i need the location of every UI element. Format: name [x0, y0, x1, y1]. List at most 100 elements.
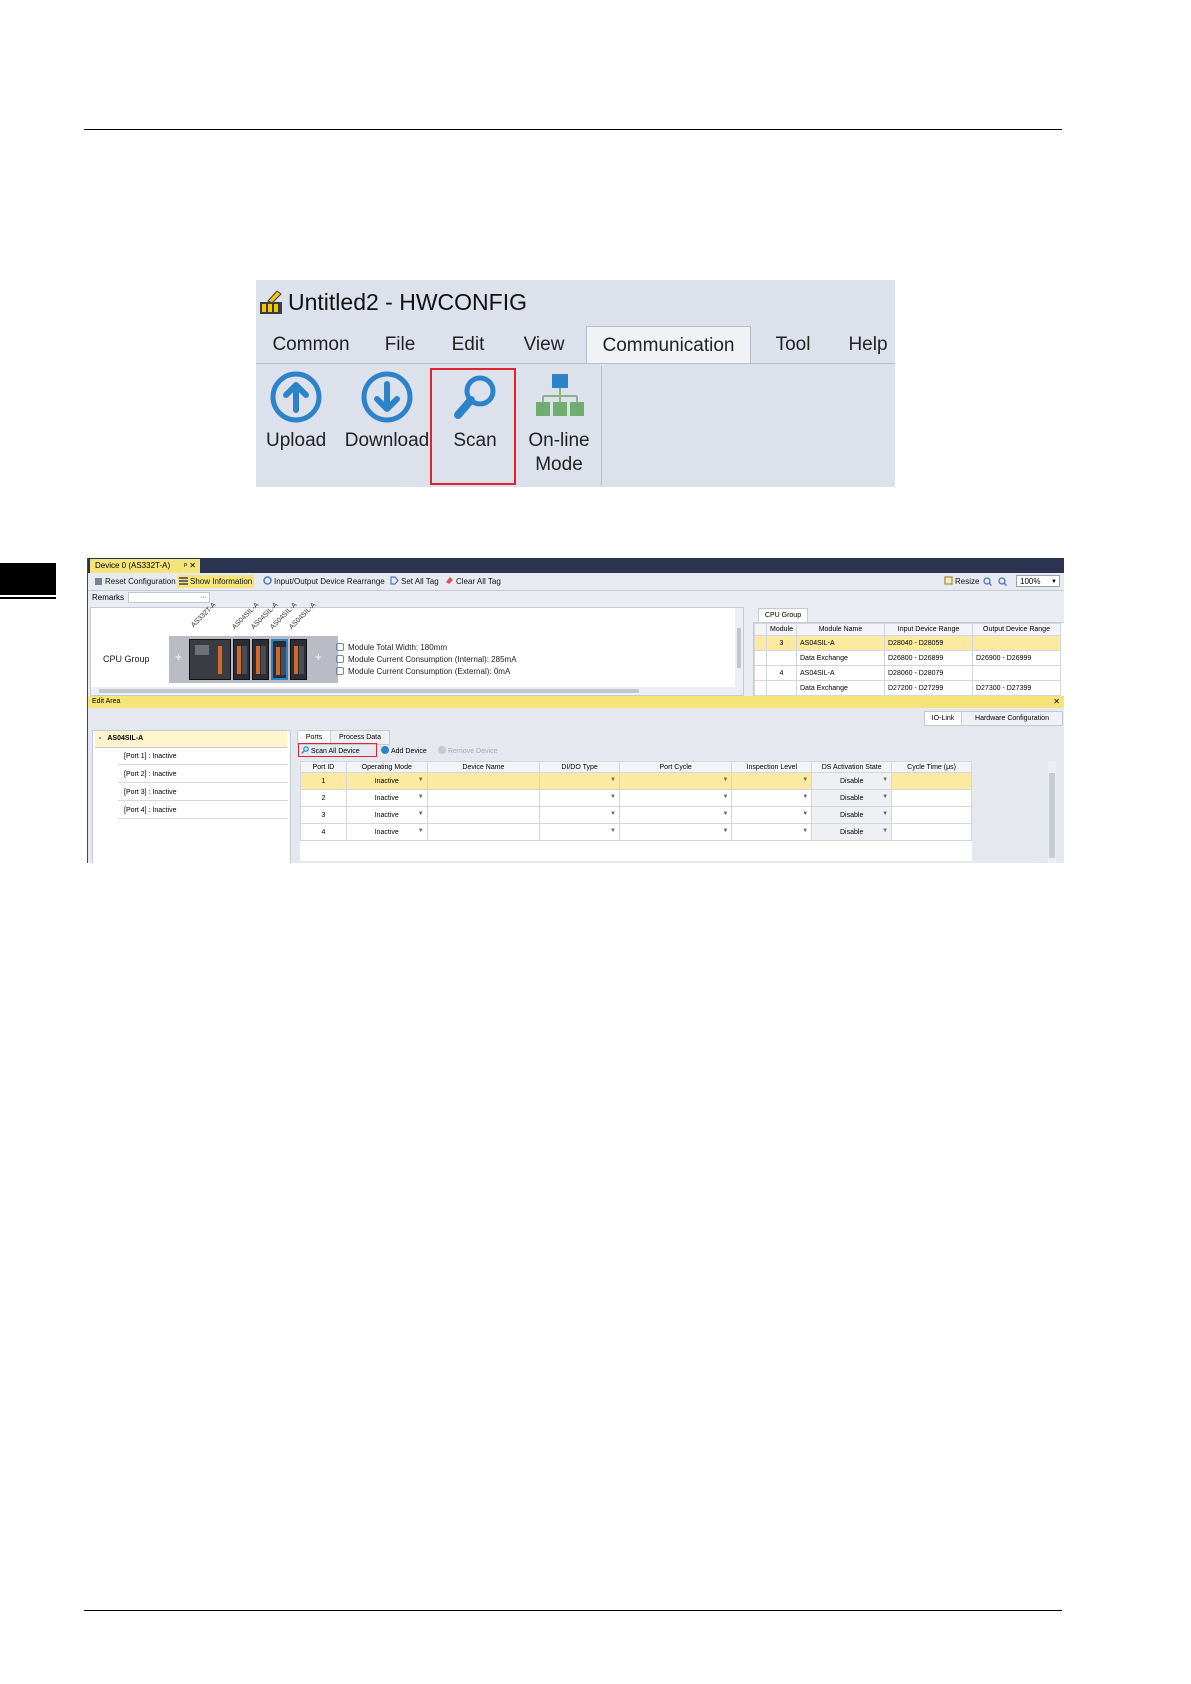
download-button[interactable]: Download	[343, 370, 431, 453]
scan-all-highlight-box	[298, 743, 377, 757]
table-row[interactable]: Data Exchange D27200 - D27299 D27300 - D…	[754, 680, 1061, 696]
io-rearrange-button[interactable]: Input/Output Device Rearrange	[263, 575, 385, 588]
inspection-level-select[interactable]: ▼	[731, 772, 813, 790]
tab-cpu-group[interactable]: CPU Group	[758, 608, 808, 622]
inspection-level-select[interactable]: ▼	[731, 823, 813, 841]
canvas-vertical-scrollbar[interactable]	[735, 608, 743, 687]
edit-area-titlebar: Edit Area ✕	[88, 696, 1064, 708]
chevron-down-icon: ▼	[722, 777, 729, 783]
pin-icon[interactable]: ᵖ	[184, 561, 187, 570]
chevron-down-icon: ▼	[609, 828, 616, 834]
remarks-browse-button[interactable]: ···	[200, 594, 207, 601]
device-name-field[interactable]	[426, 823, 541, 841]
remove-icon	[438, 746, 446, 754]
device-name-field[interactable]	[426, 806, 541, 824]
clear-all-tag-button[interactable]: Clear All Tag	[445, 575, 501, 588]
tab-tool[interactable]: Tool	[769, 328, 817, 362]
collapse-icon[interactable]: -	[95, 735, 107, 742]
cycle-time-field[interactable]	[891, 789, 972, 807]
io-module-1[interactable]	[233, 639, 250, 680]
online-label-line2: Mode	[535, 454, 583, 475]
tree-item-port-3[interactable]: [Port 3] : Inactive	[118, 784, 288, 801]
canvas-horizontal-scrollbar[interactable]	[91, 687, 743, 695]
io-module-2[interactable]	[252, 639, 269, 680]
table-row[interactable]: Data Exchange D26800 - D26899 D26900 - D…	[754, 650, 1061, 666]
tab-common[interactable]: Common	[270, 328, 352, 362]
reset-configuration-label: Reset Configuration	[105, 577, 176, 586]
row-gutter	[754, 680, 767, 696]
port-cycle-select[interactable]: ▼	[618, 806, 733, 824]
ribbon-screenshot: Untitled2 - HWCONFIG Common File Edit Vi…	[256, 280, 895, 487]
operating-mode-value: Inactive	[374, 777, 399, 785]
ports-grid-scrollbar[interactable]	[1048, 761, 1056, 863]
module-rack[interactable]: + +	[169, 636, 338, 683]
tab-io-link[interactable]: IO-Link	[924, 711, 962, 726]
ds-activation-select[interactable]: Disable ▼	[811, 806, 893, 824]
upload-button[interactable]: Upload	[266, 370, 326, 453]
dido-type-select[interactable]: ▼	[539, 789, 620, 807]
table-row[interactable]: 1 Inactive ▼ ▼ ▼ ▼ Disable ▼	[300, 772, 972, 790]
table-row[interactable]: 3 Inactive ▼ ▼ ▼ ▼ Disable ▼	[300, 806, 972, 824]
resize-button[interactable]: Resize	[944, 575, 979, 588]
dido-type-select[interactable]: ▼	[539, 806, 620, 824]
ds-activation-select[interactable]: Disable ▼	[811, 772, 893, 790]
tab-communication[interactable]: Communication	[586, 326, 751, 363]
operating-mode-select[interactable]: Inactive ▼	[345, 772, 428, 790]
tree-item-port-1[interactable]: [Port 1] : Inactive	[118, 748, 288, 765]
device-name-field[interactable]	[426, 772, 541, 790]
grid-header-row: Module Module Name Input Device Range Ou…	[754, 623, 1061, 636]
table-row[interactable]: 4 AS04SIL-A D28060 - D28079	[754, 665, 1061, 681]
add-right-icon[interactable]: +	[315, 650, 322, 664]
port-cycle-select[interactable]: ▼	[618, 823, 733, 841]
tree-item-port-4[interactable]: [Port 4] : Inactive	[118, 802, 288, 819]
inspection-level-select[interactable]: ▼	[731, 789, 813, 807]
remarks-input[interactable]: ···	[128, 592, 210, 603]
zoom-in-icon[interactable]	[983, 577, 992, 586]
device-name-field[interactable]	[426, 789, 541, 807]
tab-help[interactable]: Help	[847, 328, 889, 362]
cell-port-id: 2	[300, 789, 347, 807]
operating-mode-select[interactable]: Inactive ▼	[345, 789, 428, 807]
operating-mode-select[interactable]: Inactive ▼	[345, 823, 428, 841]
document-tab-controls[interactable]: ᵖ ✕	[184, 559, 196, 573]
cycle-time-field[interactable]	[891, 772, 972, 790]
io-module-3[interactable]	[271, 639, 288, 680]
cell-module: 3	[766, 635, 797, 651]
inspection-level-select[interactable]: ▼	[731, 806, 813, 824]
table-row[interactable]: 3 AS04SIL-A D28040 - D28059	[754, 635, 1061, 651]
set-all-tag-button[interactable]: Set All Tag	[390, 575, 439, 588]
dido-type-select[interactable]: ▼	[539, 823, 620, 841]
hardware-canvas[interactable]: CPU Group + + AS332T-A AS04SIL-A AS04SIL…	[90, 601, 744, 696]
online-mode-button[interactable]: On-line Mode	[520, 370, 598, 477]
io-module-4[interactable]	[290, 639, 307, 680]
remove-device-button[interactable]: Remove Device	[438, 746, 497, 757]
table-row[interactable]: 2 Inactive ▼ ▼ ▼ ▼ Disable ▼	[300, 789, 972, 807]
tab-view[interactable]: View	[523, 328, 565, 362]
tree-root-module[interactable]: - AS04SIL-A	[95, 731, 287, 748]
close-icon[interactable]: ✕	[1053, 696, 1060, 708]
tab-file[interactable]: File	[384, 328, 416, 362]
footer-rule	[84, 1610, 1062, 1611]
operating-mode-select[interactable]: Inactive ▼	[345, 806, 428, 824]
port-cycle-select[interactable]: ▼	[618, 772, 733, 790]
add-device-button[interactable]: Add Device	[381, 746, 427, 757]
document-tab[interactable]: Device 0 (AS332T-A) ᵖ ✕	[90, 559, 200, 573]
tree-item-port-2[interactable]: [Port 2] : Inactive	[118, 766, 288, 783]
dido-type-select[interactable]: ▼	[539, 772, 620, 790]
show-information-button[interactable]: Show Information	[177, 575, 255, 588]
cycle-time-field[interactable]	[891, 806, 972, 824]
table-row[interactable]: 4 Inactive ▼ ▼ ▼ ▼ Disable ▼	[300, 823, 972, 841]
ds-activation-select[interactable]: Disable ▼	[811, 823, 893, 841]
cycle-time-field[interactable]	[891, 823, 972, 841]
close-icon[interactable]: ✕	[189, 561, 196, 570]
ds-activation-select[interactable]: Disable ▼	[811, 789, 893, 807]
cpu-module[interactable]	[189, 639, 231, 680]
port-cycle-select[interactable]: ▼	[618, 789, 733, 807]
tab-hardware-configuration[interactable]: Hardware Configuration	[961, 711, 1063, 726]
zoom-select[interactable]: 100% ▼	[1016, 575, 1060, 587]
add-left-icon[interactable]: +	[175, 650, 182, 664]
reset-configuration-button[interactable]: Reset Configuration	[94, 575, 176, 588]
zoom-out-icon[interactable]	[998, 577, 1007, 586]
title-bar: Untitled2 - HWCONFIG	[256, 280, 895, 326]
tab-edit[interactable]: Edit	[451, 328, 485, 362]
